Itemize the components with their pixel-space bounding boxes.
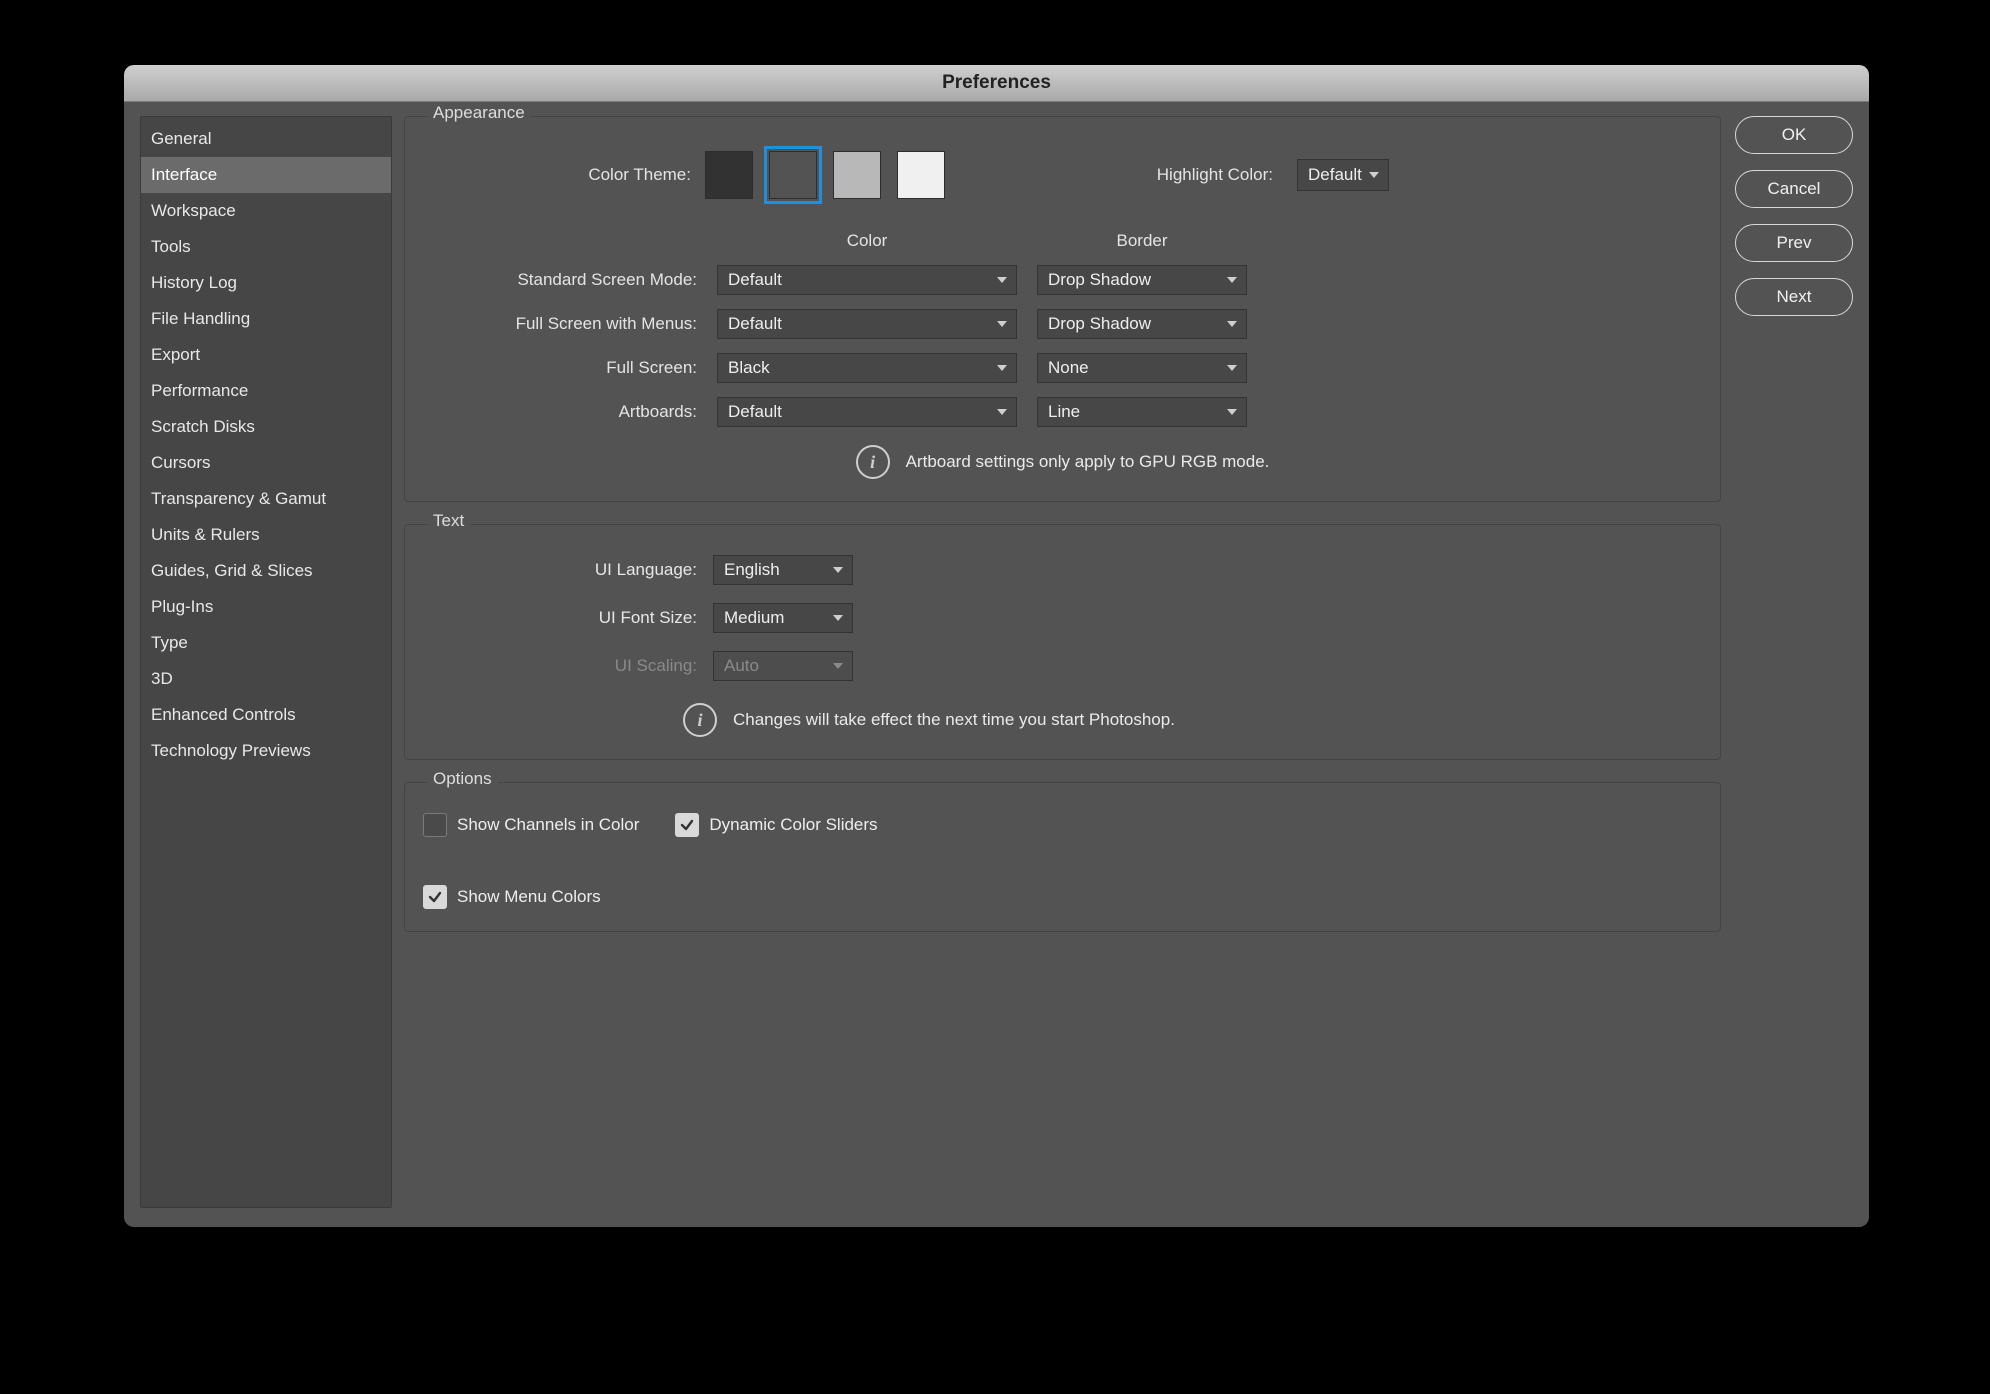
- artboards-border-value: Line: [1048, 402, 1080, 422]
- artboards-color-value: Default: [728, 402, 782, 422]
- sidebar-item-guides-grid-slices[interactable]: Guides, Grid & Slices: [141, 553, 391, 589]
- dynamic-sliders-label: Dynamic Color Sliders: [709, 815, 877, 835]
- dialog-buttons: OK Cancel Prev Next: [1735, 116, 1853, 1208]
- sidebar-item-scratch-disks[interactable]: Scratch Disks: [141, 409, 391, 445]
- sidebar-item-general[interactable]: General: [141, 121, 391, 157]
- fullscreen-menus-border-value: Drop Shadow: [1048, 314, 1151, 334]
- standard-screen-border-value: Drop Shadow: [1048, 270, 1151, 290]
- artboards-color-select[interactable]: Default: [717, 397, 1017, 427]
- checkbox-icon: [423, 885, 447, 909]
- next-button[interactable]: Next: [1735, 278, 1853, 316]
- window-title: Preferences: [942, 72, 1051, 94]
- fullscreen-menus-color-value: Default: [728, 314, 782, 334]
- appearance-info-text: Artboard settings only apply to GPU RGB …: [906, 452, 1270, 472]
- sidebar-item-performance[interactable]: Performance: [141, 373, 391, 409]
- sidebar-item-technology-previews[interactable]: Technology Previews: [141, 733, 391, 769]
- fullscreen-border-select[interactable]: None: [1037, 353, 1247, 383]
- fullscreen-color-select[interactable]: Black: [717, 353, 1017, 383]
- ui-language-value: English: [724, 560, 780, 580]
- artboards-label: Artboards:: [423, 402, 697, 422]
- ui-language-select[interactable]: English: [713, 555, 853, 585]
- theme-swatch-light[interactable]: [833, 151, 881, 199]
- fullscreen-label: Full Screen:: [423, 358, 697, 378]
- sidebar-item-cursors[interactable]: Cursors: [141, 445, 391, 481]
- checkbox-icon: [675, 813, 699, 837]
- ui-font-size-value: Medium: [724, 608, 784, 628]
- ui-scaling-value: Auto: [724, 656, 759, 676]
- standard-screen-border-select[interactable]: Drop Shadow: [1037, 265, 1247, 295]
- ui-scaling-label: UI Scaling:: [423, 656, 697, 676]
- info-icon: i: [856, 445, 890, 479]
- fullscreen-color-value: Black: [728, 358, 770, 378]
- preferences-window: Preferences General Interface Workspace …: [124, 65, 1869, 1227]
- highlight-color-select[interactable]: Default: [1297, 159, 1389, 191]
- sidebar-item-plugins[interactable]: Plug-Ins: [141, 589, 391, 625]
- theme-swatch-lightest[interactable]: [897, 151, 945, 199]
- theme-swatch-dark[interactable]: [769, 151, 817, 199]
- highlight-color-label: Highlight Color:: [1005, 165, 1287, 185]
- ui-scaling-select: Auto: [713, 651, 853, 681]
- sidebar-item-interface[interactable]: Interface: [141, 157, 391, 193]
- sidebar-item-type[interactable]: Type: [141, 625, 391, 661]
- sidebar-item-history-log[interactable]: History Log: [141, 265, 391, 301]
- sidebar-item-transparency-gamut[interactable]: Transparency & Gamut: [141, 481, 391, 517]
- color-theme-label: Color Theme:: [423, 165, 705, 185]
- fullscreen-menus-label: Full Screen with Menus:: [423, 314, 697, 334]
- theme-swatch-darkest[interactable]: [705, 151, 753, 199]
- text-info-text: Changes will take effect the next time y…: [733, 710, 1175, 730]
- sidebar-item-enhanced-controls[interactable]: Enhanced Controls: [141, 697, 391, 733]
- fullscreen-menus-border-select[interactable]: Drop Shadow: [1037, 309, 1247, 339]
- column-border: Border: [1037, 231, 1247, 251]
- dynamic-sliders-checkbox[interactable]: Dynamic Color Sliders: [675, 813, 877, 837]
- ui-font-size-select[interactable]: Medium: [713, 603, 853, 633]
- ok-button[interactable]: OK: [1735, 116, 1853, 154]
- color-theme-swatches: [705, 151, 945, 199]
- ui-font-size-label: UI Font Size:: [423, 608, 697, 628]
- sidebar-item-file-handling[interactable]: File Handling: [141, 301, 391, 337]
- standard-screen-label: Standard Screen Mode:: [423, 270, 697, 290]
- sidebar-item-units-rulers[interactable]: Units & Rulers: [141, 517, 391, 553]
- info-icon: i: [683, 703, 717, 737]
- sidebar: General Interface Workspace Tools Histor…: [140, 116, 392, 1208]
- ui-language-label: UI Language:: [423, 560, 697, 580]
- sidebar-item-tools[interactable]: Tools: [141, 229, 391, 265]
- options-section: Options Show Channels in Color: [404, 782, 1721, 932]
- fullscreen-border-value: None: [1048, 358, 1089, 378]
- cancel-button[interactable]: Cancel: [1735, 170, 1853, 208]
- sidebar-item-3d[interactable]: 3D: [141, 661, 391, 697]
- sidebar-item-export[interactable]: Export: [141, 337, 391, 373]
- show-menu-colors-label: Show Menu Colors: [457, 887, 601, 907]
- sidebar-item-workspace[interactable]: Workspace: [141, 193, 391, 229]
- highlight-color-value: Default: [1308, 165, 1362, 185]
- column-color: Color: [717, 231, 1017, 251]
- show-menu-colors-checkbox[interactable]: Show Menu Colors: [423, 885, 601, 909]
- show-channels-checkbox[interactable]: Show Channels in Color: [423, 813, 639, 837]
- text-legend: Text: [427, 511, 470, 531]
- screen-mode-grid: Color Border Standard Screen Mode: Defau…: [423, 231, 1702, 427]
- titlebar: Preferences: [124, 65, 1869, 102]
- show-channels-label: Show Channels in Color: [457, 815, 639, 835]
- prev-button[interactable]: Prev: [1735, 224, 1853, 262]
- appearance-legend: Appearance: [427, 103, 531, 123]
- checkbox-icon: [423, 813, 447, 837]
- standard-screen-color-select[interactable]: Default: [717, 265, 1017, 295]
- artboards-border-select[interactable]: Line: [1037, 397, 1247, 427]
- options-legend: Options: [427, 769, 498, 789]
- text-section: Text UI Language: English UI Font Size: …: [404, 524, 1721, 760]
- standard-screen-color-value: Default: [728, 270, 782, 290]
- fullscreen-menus-color-select[interactable]: Default: [717, 309, 1017, 339]
- appearance-section: Appearance Color Theme: Highlight Color:…: [404, 116, 1721, 502]
